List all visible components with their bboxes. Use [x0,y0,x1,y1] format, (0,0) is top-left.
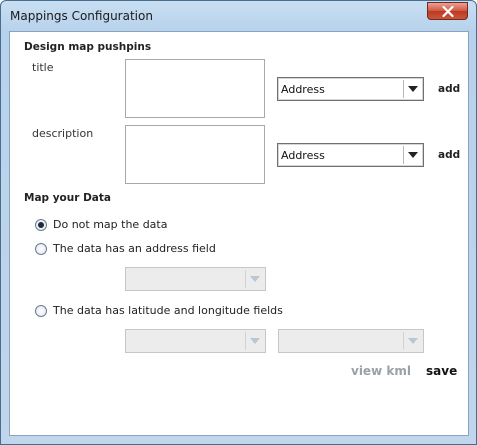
dialog-content: Design map pushpins title Address add de… [9,31,469,436]
add-title-link[interactable]: add [438,83,460,95]
title-field-combo-value: Address [281,83,325,96]
title-field-combo[interactable]: Address [277,77,424,101]
chevron-down-icon [407,338,418,344]
radio-do-not-map[interactable] [35,219,47,231]
dialog-window: Mappings Configuration Design map pushpi… [0,0,477,445]
chevron-down-icon [407,152,418,158]
longitude-field-combo[interactable] [278,329,424,353]
radio-lat-long-fields-label[interactable]: The data has latitude and longitude fiel… [53,304,283,317]
description-field-combo[interactable]: Address [277,143,424,167]
chevron-down-icon [407,86,418,92]
title-combo-dropdown-button[interactable] [403,80,421,98]
window-title: Mappings Configuration [10,9,153,23]
add-description-link[interactable]: add [438,149,460,161]
design-pushpins-heading: Design map pushpins [24,41,152,53]
address-combo-dropdown-button[interactable] [245,270,263,288]
address-field-combo[interactable] [125,267,266,291]
description-label: description [32,127,94,140]
save-button[interactable]: save [426,364,457,378]
close-button[interactable] [427,2,468,20]
longitude-combo-dropdown-button[interactable] [403,332,421,350]
latitude-combo-dropdown-button[interactable] [245,332,263,350]
title-bar[interactable]: Mappings Configuration [1,1,476,31]
radio-lat-long-fields[interactable] [35,305,47,317]
title-label: title [32,61,54,74]
view-kml-link[interactable]: view kml [351,364,411,378]
chevron-down-icon [249,276,260,282]
description-combo-dropdown-button[interactable] [403,146,421,164]
map-data-heading: Map your Data [24,192,111,204]
description-field-combo-value: Address [281,149,325,162]
title-textbox[interactable] [125,59,265,118]
latitude-field-combo[interactable] [125,329,266,353]
radio-address-field[interactable] [35,243,47,255]
radio-address-field-label[interactable]: The data has an address field [53,242,216,255]
radio-do-not-map-label[interactable]: Do not map the data [53,218,167,231]
close-icon [441,5,454,17]
chevron-down-icon [249,338,260,344]
description-textbox[interactable] [125,125,265,184]
